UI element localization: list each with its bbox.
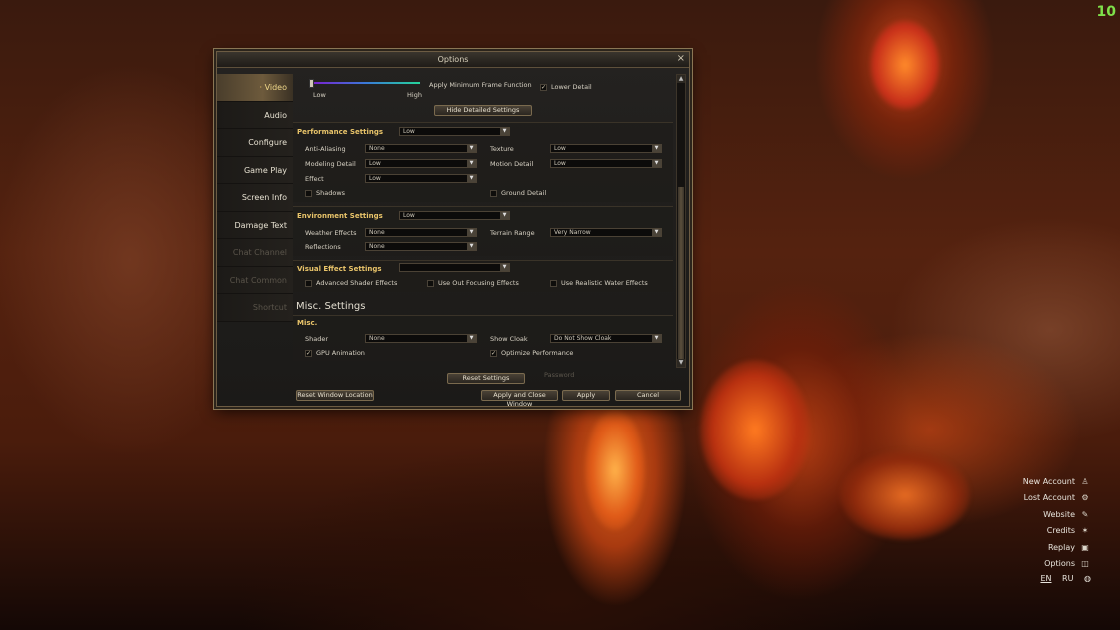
apply-close-window-button[interactable]: Apply and Close Window — [481, 390, 558, 408]
language-en[interactable]: EN — [1040, 574, 1051, 583]
hide-detailed-settings-button[interactable]: Hide Detailed Settings — [434, 105, 532, 116]
misc-settings-header: Misc. Settings — [296, 301, 366, 312]
tab-damage-text[interactable]: Damage Text — [217, 211, 293, 239]
terrain-range-dropdown[interactable]: Very Narrow — [550, 228, 662, 237]
shadows-checkbox[interactable]: Shadows — [305, 189, 345, 197]
visual-effect-title: Visual Effect Settings — [297, 265, 382, 273]
lava-fall-glow — [585, 410, 645, 530]
lava-right-glow — [840, 450, 970, 540]
motion-detail-dropdown[interactable]: Low — [550, 159, 662, 168]
tab-configure[interactable]: Configure — [217, 129, 293, 157]
credits-link[interactable]: Credits ✶ — [970, 523, 1090, 539]
modeling-detail-label: Modeling Detail — [305, 160, 356, 168]
tab-chat-common: Chat Common — [217, 266, 293, 294]
lost-account-link[interactable]: Lost Account ⚙ — [970, 490, 1090, 506]
login-side-menu: New Account ♙ Lost Account ⚙ Website ✎ Cred… — [970, 474, 1090, 572]
scroll-up-icon[interactable]: ▲ — [677, 75, 685, 83]
gpu-animation-check[interactable]: ✓ — [305, 349, 312, 357]
anti-aliasing-dropdown[interactable]: None — [365, 144, 477, 153]
person-icon: ♙ — [1081, 477, 1089, 486]
reset-settings-button[interactable]: Reset Settings — [447, 373, 525, 384]
environment-preset-dropdown[interactable]: Low — [399, 211, 510, 220]
fps-counter: 10 — [1096, 4, 1116, 20]
realistic-water-check[interactable] — [550, 279, 557, 287]
effect-dropdown[interactable]: Low — [365, 174, 477, 183]
anti-aliasing-label: Anti-Aliasing — [305, 145, 346, 153]
effect-label: Effect — [305, 175, 324, 183]
visual-effect-preset-dropdown[interactable] — [399, 263, 510, 272]
advanced-shader-checkbox[interactable]: Advanced Shader Effects — [305, 279, 397, 287]
realistic-water-checkbox[interactable]: Use Realistic Water Effects — [550, 279, 648, 287]
scroll-down-icon[interactable]: ▼ — [677, 359, 685, 367]
show-cloak-dropdown[interactable]: Do Not Show Cloak — [550, 334, 662, 343]
misc-title: Misc. — [297, 319, 318, 327]
slider-low-label: Low — [313, 91, 326, 99]
apply-button[interactable]: Apply — [562, 390, 610, 401]
globe-icon[interactable]: ◍ — [1084, 574, 1091, 583]
cancel-button[interactable]: Cancel — [615, 390, 681, 401]
ground-detail-checkbox[interactable]: Ground Detail — [490, 189, 546, 197]
options-window: Options × Video Audio Configure Game Pla… — [216, 51, 690, 408]
weather-effects-dropdown[interactable]: None — [365, 228, 477, 237]
quality-slider[interactable] — [311, 81, 421, 85]
film-icon: ▣ — [1081, 542, 1089, 552]
close-icon[interactable]: × — [677, 53, 685, 64]
texture-dropdown[interactable]: Low — [550, 144, 662, 153]
apply-min-frame-label: Apply Minimum Frame Function — [429, 81, 532, 89]
gpu-animation-checkbox[interactable]: ✓ GPU Animation — [305, 349, 365, 357]
show-cloak-label: Show Cloak — [490, 335, 528, 343]
scroll-thumb[interactable] — [678, 187, 684, 367]
advanced-shader-check[interactable] — [305, 279, 312, 287]
motion-detail-label: Motion Detail — [490, 160, 534, 168]
reflections-label: Reflections — [305, 243, 341, 251]
video-settings-panel: Low High Apply Minimum Frame Function ✓ L… — [293, 72, 673, 362]
star-icon: ✶ — [1081, 526, 1089, 536]
environment-title: Environment Settings — [297, 212, 383, 220]
tab-chat-channel: Chat Channel — [217, 239, 293, 267]
lava-pool-glow — [700, 360, 810, 500]
settings-icon: ◫ — [1081, 558, 1089, 568]
settings-scrollbar[interactable]: ▲ ▼ — [676, 74, 686, 368]
out-focusing-check[interactable] — [427, 279, 434, 287]
optimize-performance-check[interactable]: ✓ — [490, 349, 497, 357]
reset-window-location-button[interactable]: Reset Window Location — [296, 390, 374, 401]
new-account-link[interactable]: New Account ♙ — [970, 474, 1090, 490]
optimize-performance-checkbox[interactable]: ✓ Optimize Performance — [490, 349, 573, 357]
window-title[interactable]: Options — [217, 52, 689, 68]
language-ru[interactable]: RU — [1062, 574, 1073, 583]
out-focusing-checkbox[interactable]: Use Out Focusing Effects — [427, 279, 519, 287]
quality-slider-handle[interactable] — [309, 79, 314, 88]
performance-title: Performance Settings — [297, 128, 384, 136]
replay-link[interactable]: Replay ▣ — [970, 540, 1090, 556]
shadows-check[interactable] — [305, 189, 312, 197]
tab-video[interactable]: Video — [217, 74, 293, 102]
options-link[interactable]: Options ◫ — [970, 556, 1090, 572]
gear-icon: ⚙ — [1081, 493, 1089, 503]
modeling-detail-dropdown[interactable]: Low — [365, 159, 477, 168]
shader-dropdown[interactable]: None — [365, 334, 477, 343]
options-sidebar: Video Audio Configure Game Play Screen I… — [217, 74, 293, 324]
weather-effects-label: Weather Effects — [305, 229, 357, 237]
terrain-range-label: Terrain Range — [490, 229, 535, 237]
ground-detail-check[interactable] — [490, 189, 497, 197]
shader-label: Shader — [305, 335, 329, 343]
feather-icon: ✎ — [1081, 509, 1089, 519]
language-selector: EN RU ◍ — [1032, 574, 1091, 583]
tab-shortcut: Shortcut — [217, 294, 293, 322]
texture-label: Texture — [490, 145, 514, 153]
tab-audio[interactable]: Audio — [217, 101, 293, 129]
website-link[interactable]: Website ✎ — [970, 507, 1090, 523]
tab-screen-info[interactable]: Screen Info — [217, 184, 293, 212]
performance-preset-dropdown[interactable]: Low — [399, 127, 510, 136]
password-ghost-text: Password — [544, 371, 575, 379]
reflections-dropdown[interactable]: None — [365, 242, 477, 251]
tab-game-play[interactable]: Game Play — [217, 156, 293, 184]
lava-glow-top — [870, 20, 940, 110]
lower-detail-checkbox[interactable]: ✓ Lower Detail — [540, 83, 592, 91]
slider-high-label: High — [407, 91, 422, 99]
lower-detail-check[interactable]: ✓ — [540, 83, 547, 91]
